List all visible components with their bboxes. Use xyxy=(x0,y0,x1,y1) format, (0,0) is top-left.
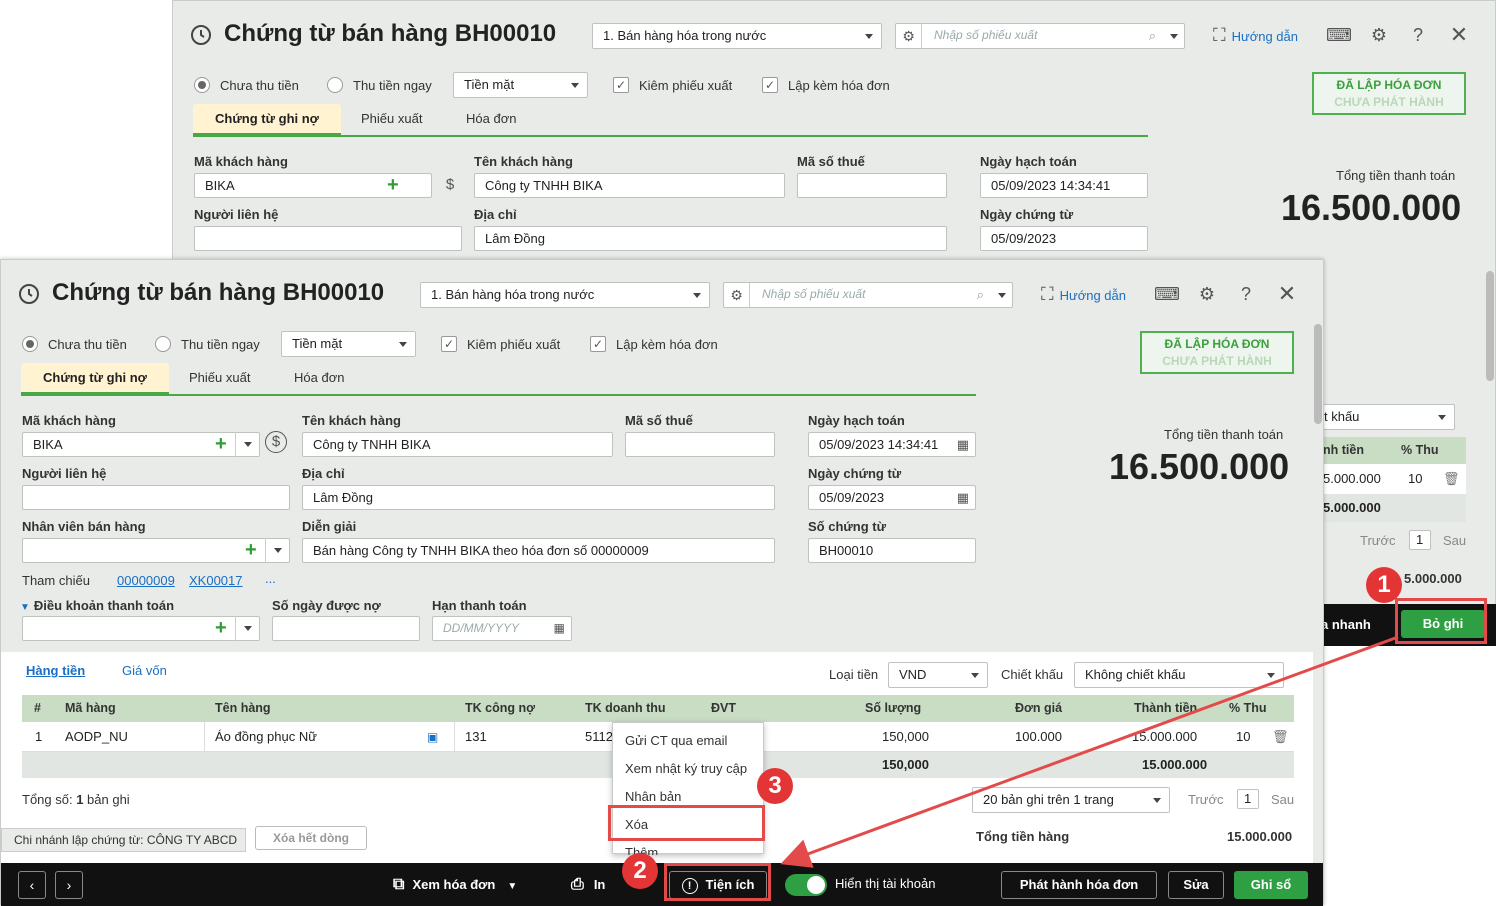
step-2-badge: 2 xyxy=(622,853,658,889)
step-1-badge: 1 xyxy=(1366,567,1402,603)
step-3-badge: 3 xyxy=(757,768,793,804)
annotation-arrow xyxy=(780,635,1399,868)
